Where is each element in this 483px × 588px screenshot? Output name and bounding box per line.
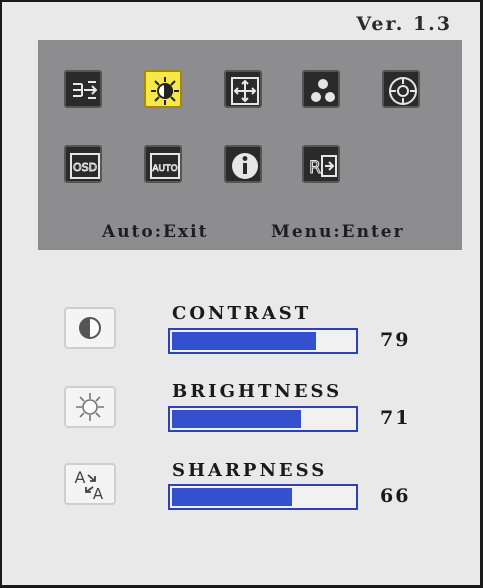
reset-icon[interactable]: R [302,145,340,183]
image-setup-icon[interactable] [382,70,420,108]
osd-setup-icon[interactable]: OSD [64,145,102,183]
slider-fill [172,332,316,350]
color-dots-icon[interactable] [302,70,340,108]
hint-menu-enter: Menu:Enter [271,222,405,242]
osd-screen: Ver. 1.3 OSD AUTO R Auto:Exit Menu:Enter… [2,2,480,585]
setting-value: 79 [380,329,411,351]
svg-text:A: A [93,485,104,503]
slider-fill [172,410,301,428]
osd-setup-label: OSD [73,161,97,174]
setting-label: CONTRAST [172,303,312,324]
svg-text:A: A [75,468,86,487]
input-select-icon[interactable] [64,70,102,108]
sharpness-icon: AA [64,463,116,505]
brightness-slider[interactable] [168,406,358,432]
menu-panel: OSD AUTO R Auto:Exit Menu:Enter [38,40,462,250]
version-label: Ver. 1.3 [356,13,452,35]
position-arrows-icon[interactable] [224,70,262,108]
information-icon[interactable] [224,145,262,183]
setting-label: BRIGHTNESS [172,381,343,402]
key-hint-bar: Auto:Exit Menu:Enter [38,222,462,244]
auto-adjust-icon[interactable]: AUTO [144,145,182,183]
brightness-icon [64,386,116,428]
auto-adjust-label: AUTO [152,164,177,174]
sharpness-slider[interactable] [168,484,358,510]
reset-label: R [309,158,321,178]
setting-value: 66 [380,485,411,507]
hint-auto-exit: Auto:Exit [102,222,209,242]
slider-fill [172,488,292,506]
setting-value: 71 [380,407,411,429]
contrast-icon [64,307,116,349]
picture-sun-icon[interactable] [144,70,182,108]
setting-label: SHARPNESS [172,460,328,481]
contrast-slider[interactable] [168,328,358,354]
